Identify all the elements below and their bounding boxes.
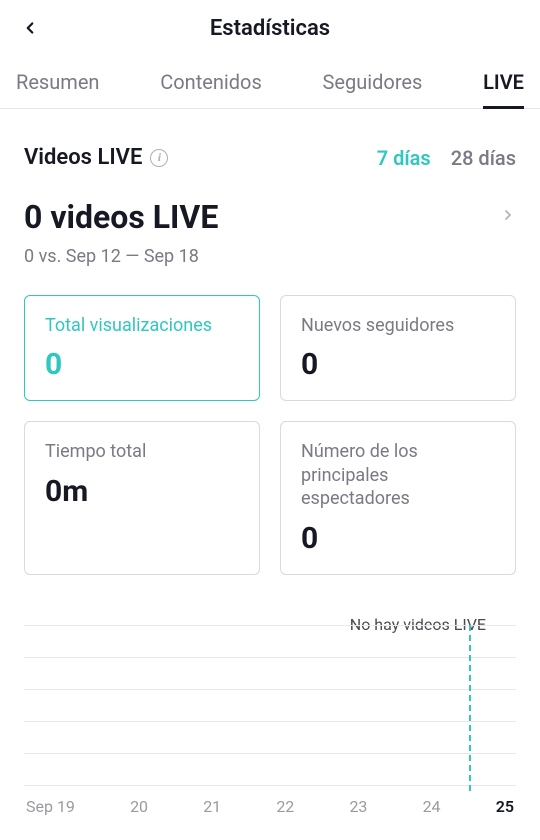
- summary-row[interactable]: 0 videos LIVE: [24, 198, 516, 236]
- card-label: Número de los principales espectadores: [301, 440, 495, 510]
- card-value: 0: [301, 521, 495, 556]
- page-title: Estadísticas: [210, 16, 330, 41]
- xaxis-tick: 22: [276, 797, 294, 816]
- xaxis-tick: Sep 19: [26, 797, 75, 816]
- xaxis-tick: 20: [130, 797, 148, 816]
- tab-contenidos[interactable]: Contenidos: [160, 56, 262, 108]
- range-28-days[interactable]: 28 días: [451, 146, 516, 170]
- card-new-followers[interactable]: Nuevos seguidores 0: [280, 295, 516, 401]
- xaxis-tick: 24: [423, 797, 441, 816]
- chart-highlight-line: [469, 625, 471, 791]
- tab-live[interactable]: LIVE: [483, 56, 524, 108]
- card-value: 0: [45, 347, 239, 382]
- info-icon[interactable]: i: [150, 149, 168, 167]
- header: Estadísticas: [0, 0, 540, 56]
- live-section: Videos LIVE i 7 días 28 días 0 videos LI…: [0, 109, 540, 840]
- chart: No hay videos LIVE Sep 19 20 21 22 23 24…: [24, 625, 516, 816]
- back-button[interactable]: [16, 14, 44, 42]
- xaxis-tick: 21: [203, 797, 221, 816]
- card-total-time[interactable]: Tiempo total 0m: [24, 421, 260, 574]
- section-title-wrap: Videos LIVE i: [24, 145, 168, 170]
- card-label: Total visualizaciones: [45, 314, 239, 337]
- tab-seguidores[interactable]: Seguidores: [323, 56, 423, 108]
- tab-resumen[interactable]: Resumen: [16, 56, 99, 108]
- summary-text: 0 videos LIVE: [24, 198, 218, 236]
- metric-cards: Total visualizaciones 0 Nuevos seguidore…: [24, 295, 516, 575]
- range-7-days[interactable]: 7 días: [377, 146, 431, 170]
- card-top-viewers[interactable]: Número de los principales espectadores 0: [280, 421, 516, 574]
- card-total-views[interactable]: Total visualizaciones 0: [24, 295, 260, 401]
- chart-grid: [24, 625, 516, 785]
- xaxis-tick: 25: [496, 797, 514, 816]
- card-label: Nuevos seguidores: [301, 314, 495, 337]
- date-range-toggle: 7 días 28 días: [377, 146, 516, 170]
- chevron-right-icon: [500, 207, 516, 227]
- card-value: 0m: [45, 474, 239, 509]
- card-value: 0: [301, 347, 495, 382]
- chevron-left-icon: [21, 19, 39, 37]
- card-label: Tiempo total: [45, 440, 239, 463]
- summary-compare: 0 vs. Sep 12 — Sep 18: [24, 246, 516, 267]
- xaxis-tick: 23: [349, 797, 367, 816]
- chart-xaxis: Sep 19 20 21 22 23 24 25: [24, 797, 516, 816]
- summary-headline: 0 videos LIVE: [24, 198, 218, 236]
- tabs: Resumen Contenidos Seguidores LIVE: [0, 56, 540, 109]
- section-title: Videos LIVE: [24, 145, 142, 170]
- section-head: Videos LIVE i 7 días 28 días: [24, 145, 516, 170]
